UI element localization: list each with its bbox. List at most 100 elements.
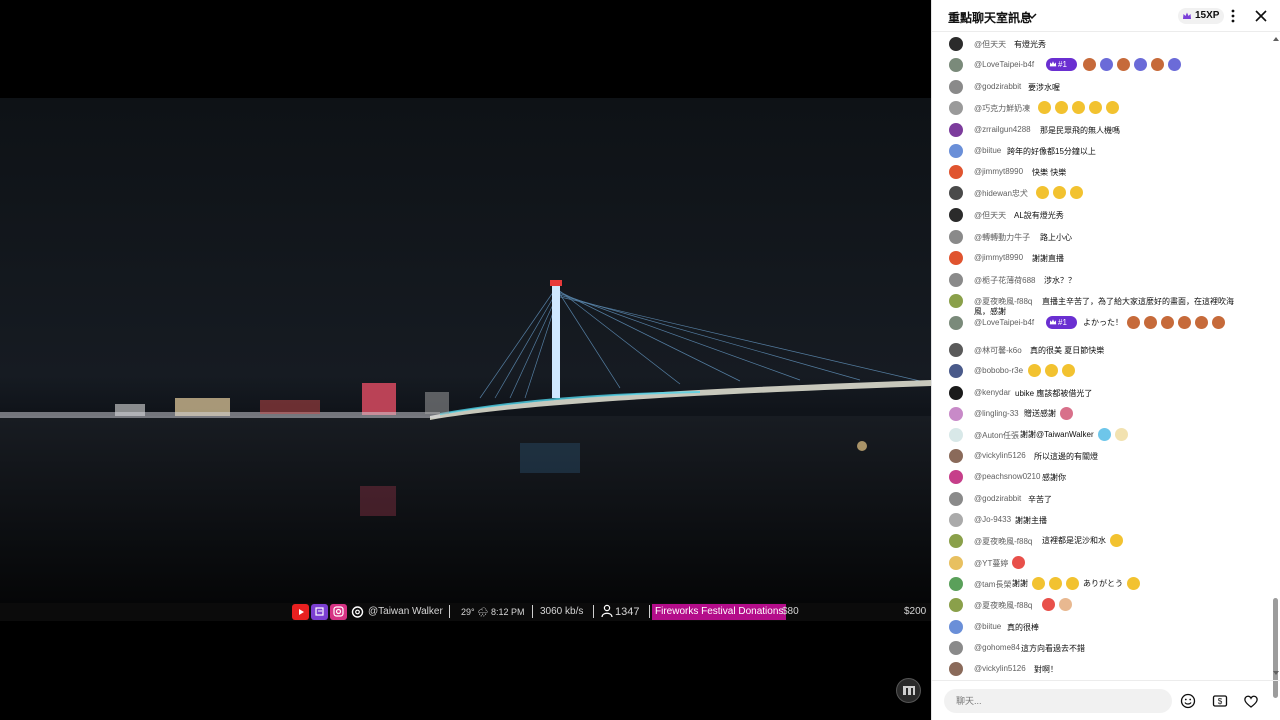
- avatar[interactable]: [949, 534, 963, 548]
- chat-author[interactable]: @Jo-9433: [974, 515, 1011, 524]
- avatar[interactable]: [949, 80, 963, 94]
- heart-icon[interactable]: [1243, 693, 1259, 709]
- avatar[interactable]: [949, 251, 963, 265]
- chat-message[interactable]: @biitue 真的很棒: [932, 618, 1272, 636]
- chat-author[interactable]: @biitue: [974, 622, 1001, 631]
- super-chat-icon[interactable]: $: [1212, 693, 1228, 709]
- chat-message[interactable]: @vickylin5126 對啊！: [932, 660, 1272, 678]
- avatar[interactable]: [949, 407, 963, 421]
- chat-author[interactable]: @biitue: [974, 146, 1001, 155]
- chat-author[interactable]: @Auton任張: [974, 430, 1019, 441]
- chat-author[interactable]: @夏夜晚風-f88q: [974, 536, 1032, 547]
- chat-author[interactable]: @夏夜晚風-f88q: [974, 600, 1032, 611]
- chat-mode-title[interactable]: 重點聊天室訊息: [948, 9, 1032, 26]
- avatar[interactable]: [949, 144, 963, 158]
- chat-message[interactable]: @godzirabbit 辛苦了: [932, 490, 1272, 508]
- emoji-icon[interactable]: [1180, 693, 1196, 709]
- chat-author[interactable]: @hidewan忠犬: [974, 188, 1028, 199]
- avatar[interactable]: [949, 492, 963, 506]
- chat-author[interactable]: @jimmyt8990: [974, 253, 1023, 262]
- chat-author[interactable]: @zrrailgun4288: [974, 125, 1031, 134]
- avatar[interactable]: [949, 58, 963, 72]
- chat-author[interactable]: @LoveTaipei-b4f: [974, 60, 1034, 69]
- avatar[interactable]: [949, 662, 963, 676]
- chat-author[interactable]: @vickylin5126: [974, 664, 1026, 673]
- close-icon[interactable]: [1254, 9, 1268, 23]
- chat-message[interactable]: @lingling-33 贈送感謝: [932, 405, 1272, 423]
- chat-author[interactable]: @kenydar: [974, 388, 1011, 397]
- chat-message[interactable]: @godzirabbit 要涉水喔: [932, 78, 1272, 96]
- avatar[interactable]: [949, 620, 963, 634]
- chevron-down-icon[interactable]: [1026, 10, 1038, 22]
- chat-author[interactable]: @peachsnow0210: [974, 472, 1040, 481]
- avatar[interactable]: [949, 428, 963, 442]
- avatar[interactable]: [949, 316, 963, 330]
- avatar[interactable]: [949, 556, 963, 570]
- chat-author[interactable]: @林可馨-k6o: [974, 345, 1022, 356]
- chat-message[interactable]: @夏夜晚風-f88q: [932, 596, 1272, 614]
- scroll-down-arrow[interactable]: [1271, 668, 1280, 678]
- more-options-icon[interactable]: [1228, 8, 1238, 24]
- chat-message[interactable]: @peachsnow0210 感謝你: [932, 468, 1272, 486]
- chat-author[interactable]: @lingling-33: [974, 409, 1019, 418]
- chat-author[interactable]: @godzirabbit: [974, 82, 1021, 91]
- chat-message[interactable]: @zrrailgun4288 那是民眾飛的無人機嗎: [932, 121, 1272, 139]
- chat-input[interactable]: [944, 689, 1172, 713]
- avatar[interactable]: [949, 123, 963, 137]
- chat-message[interactable]: @LoveTaipei-b4f #1: [932, 56, 1272, 74]
- chat-author[interactable]: @godzirabbit: [974, 494, 1021, 503]
- avatar[interactable]: [949, 273, 963, 287]
- chat-message[interactable]: @tam長榮 謝謝 ありがとう: [932, 575, 1272, 593]
- chat-author[interactable]: @但天天: [974, 39, 1006, 50]
- xp-badge[interactable]: 15XP: [1178, 8, 1225, 24]
- chat-author[interactable]: @jimmyt8990: [974, 167, 1023, 176]
- chat-author[interactable]: @tam長榮: [974, 579, 1011, 590]
- avatar[interactable]: [949, 343, 963, 357]
- chat-author[interactable]: @栀子花薄荷688: [974, 275, 1035, 286]
- chat-message[interactable]: @kenydar ubike 應該都被借光了: [932, 384, 1272, 402]
- chat-author[interactable]: @LoveTaipei-b4f: [974, 318, 1034, 327]
- chat-message[interactable]: @vickylin5126 所以這邊的有關燈: [932, 447, 1272, 465]
- avatar[interactable]: [949, 294, 963, 308]
- chat-author[interactable]: @gohome84: [974, 643, 1020, 652]
- avatar[interactable]: [949, 386, 963, 400]
- chat-message[interactable]: @gohome84 這方向看過去不錯: [932, 639, 1272, 657]
- chat-message[interactable]: @但天天 有燈光秀: [932, 35, 1272, 53]
- avatar[interactable]: [949, 449, 963, 463]
- chat-author[interactable]: @vickylin5126: [974, 451, 1026, 460]
- chat-message[interactable]: @bobobo-r3e: [932, 362, 1272, 380]
- avatar[interactable]: [949, 513, 963, 527]
- avatar[interactable]: [949, 101, 963, 115]
- avatar[interactable]: [949, 186, 963, 200]
- chat-message[interactable]: @轉轉動力牛子 路上小心: [932, 228, 1272, 246]
- chat-author[interactable]: @YT蔓婷: [974, 558, 1008, 569]
- chat-message[interactable]: @巧克力鮮奶凍: [932, 99, 1272, 117]
- avatar[interactable]: [949, 598, 963, 612]
- chat-author[interactable]: @轉轉動力牛子: [974, 232, 1030, 243]
- chat-message[interactable]: @biitue 跨年的好像都15分鐘以上: [932, 142, 1272, 160]
- scroll-up-arrow[interactable]: [1271, 34, 1280, 44]
- avatar[interactable]: [949, 37, 963, 51]
- chat-message[interactable]: @Jo-9433 謝謝主播: [932, 511, 1272, 529]
- avatar[interactable]: [949, 641, 963, 655]
- chat-scrollbar[interactable]: [1271, 32, 1280, 698]
- chat-message[interactable]: @YT蔓婷: [932, 554, 1272, 572]
- chat-message[interactable]: @栀子花薄荷688 涉水？？: [932, 271, 1272, 289]
- avatar[interactable]: [949, 165, 963, 179]
- chat-message-list[interactable]: @但天天 有燈光秀 @LoveTaipei-b4f #1 @godzirabbit 要涉水…: [932, 32, 1272, 680]
- chat-message[interactable]: @jimmyt8990 快樂 快樂: [932, 163, 1272, 181]
- avatar[interactable]: [949, 208, 963, 222]
- chat-author[interactable]: @但天天: [974, 210, 1006, 221]
- video-player[interactable]: @Taiwan Walker 29° 🌧 8:12 PM 3060 kb/s 1…: [0, 0, 931, 720]
- chat-message[interactable]: @林可馨-k6o 真的很美 夏日節快樂: [932, 341, 1272, 359]
- avatar[interactable]: [949, 470, 963, 484]
- chat-message[interactable]: @夏夜晚風-f88q 這裡都是泥沙和水: [932, 532, 1272, 550]
- chat-message[interactable]: @Auton任張 謝謝@TaiwanWalker: [932, 426, 1272, 444]
- chat-author[interactable]: @bobobo-r3e: [974, 366, 1023, 375]
- chat-message[interactable]: @LoveTaipei-b4f #1 よかった！: [932, 314, 1272, 332]
- chat-message[interactable]: @但天天 AL說有燈光秀: [932, 206, 1272, 224]
- avatar[interactable]: [949, 577, 963, 591]
- chat-message[interactable]: @hidewan忠犬: [932, 184, 1272, 202]
- chat-message[interactable]: @jimmyt8990 謝謝直播: [932, 249, 1272, 267]
- chat-author[interactable]: @巧克力鮮奶凍: [974, 103, 1030, 114]
